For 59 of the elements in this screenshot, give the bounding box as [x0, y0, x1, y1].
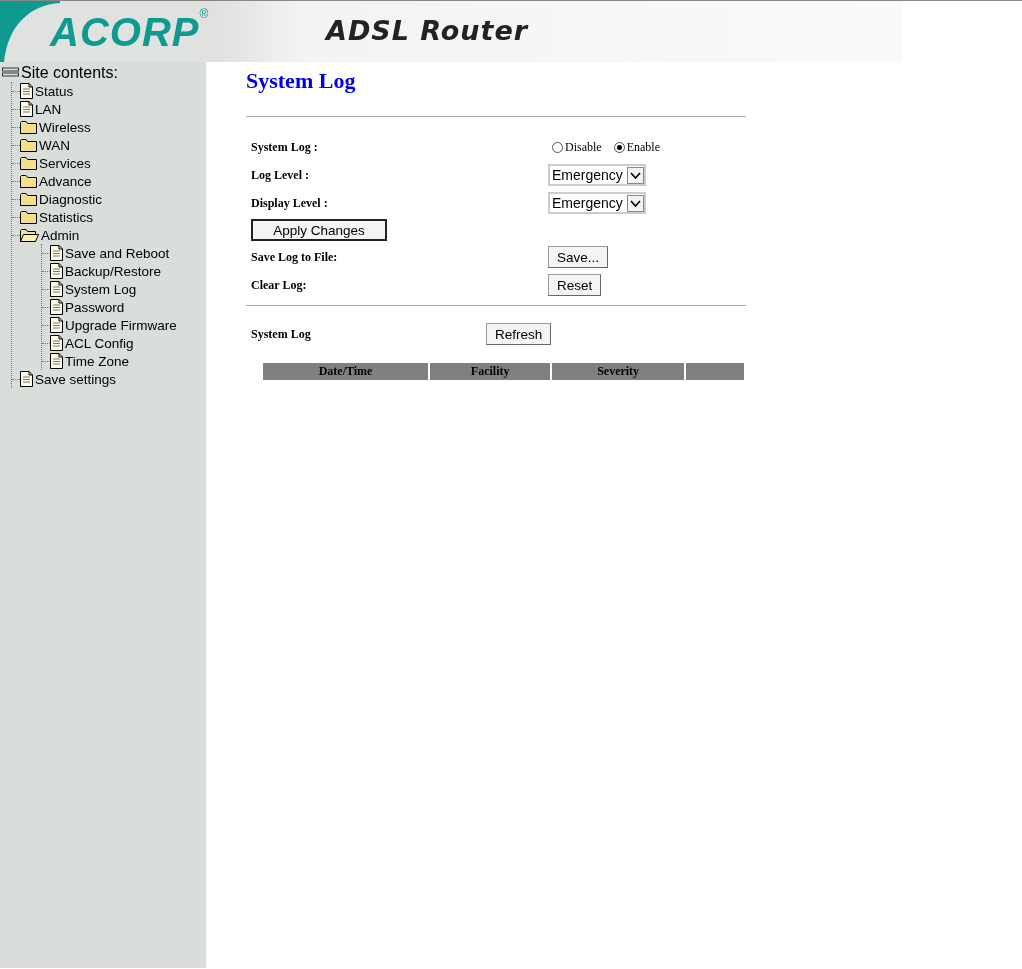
- level-dropdown[interactable]: Emergency: [548, 164, 646, 186]
- page-icon: [20, 83, 33, 99]
- tree-item[interactable]: WAN: [12, 136, 206, 154]
- field-label: Log Level :: [251, 166, 310, 184]
- tree-item[interactable]: Upgrade Firmware: [42, 316, 206, 334]
- banner-title: ADSL Router: [326, 15, 529, 46]
- tree-item[interactable]: Admin: [12, 226, 206, 244]
- tree-item[interactable]: Backup/Restore: [42, 262, 206, 280]
- reset-button[interactable]: Reset: [548, 274, 602, 296]
- level-dropdown[interactable]: Emergency: [548, 192, 646, 214]
- folder-icon: [20, 174, 37, 188]
- tree-item[interactable]: Statistics: [12, 208, 206, 226]
- caret-icon: [627, 166, 644, 184]
- page-icon: [20, 101, 33, 117]
- table-header-cell: Date/Time: [263, 363, 429, 380]
- field-label: Clear Log:: [251, 276, 308, 294]
- open-folder-icon: [20, 228, 39, 242]
- save-button[interactable]: Save...: [548, 246, 609, 268]
- section-label: System Log: [251, 325, 312, 343]
- folder-icon: [20, 192, 37, 206]
- sidebar-title: Site contents:: [21, 64, 118, 82]
- page-icon: [20, 371, 33, 387]
- folder-icon: [20, 138, 37, 152]
- tree-item[interactable]: Advance: [12, 172, 206, 190]
- tree-item[interactable]: Status: [12, 82, 206, 100]
- page-icon: [50, 299, 63, 315]
- folder-icon: [20, 210, 37, 224]
- radio-option[interactable]: Enable: [613, 139, 660, 155]
- page-icon: [50, 263, 63, 279]
- apply-button[interactable]: Apply Changes: [251, 219, 387, 241]
- table-header-cell: Severity: [552, 363, 685, 380]
- folder-icon: [20, 120, 37, 134]
- tree-item[interactable]: Wireless: [12, 118, 206, 136]
- page-icon: [50, 245, 63, 261]
- page-icon: [50, 335, 63, 351]
- page-icon: [50, 353, 63, 369]
- tree-item[interactable]: Services: [12, 154, 206, 172]
- field-label: Display Level :: [251, 194, 329, 212]
- tree-item[interactable]: ACL Config: [42, 334, 206, 352]
- tree-item[interactable]: Save and Reboot: [42, 244, 206, 262]
- logo: ACORP: [50, 10, 200, 56]
- tree-item[interactable]: Password: [42, 298, 206, 316]
- field-label: Save Log to File:: [251, 248, 339, 266]
- caret-icon: [627, 194, 644, 212]
- tree-item[interactable]: Diagnostic: [12, 190, 206, 208]
- registered-mark: ®: [199, 7, 209, 21]
- folder-icon: [20, 156, 37, 170]
- field-label: System Log :: [251, 138, 319, 156]
- refresh-button[interactable]: Refresh: [486, 323, 552, 345]
- page-icon: [50, 281, 63, 297]
- page-icon: [50, 317, 63, 333]
- page-title: System Log: [246, 68, 357, 94]
- tree-item[interactable]: Time Zone: [42, 352, 206, 370]
- table-header-cell: [686, 363, 744, 380]
- tree-item[interactable]: LAN: [12, 100, 206, 118]
- tree-item[interactable]: System Log: [42, 280, 206, 298]
- tree-item[interactable]: Save settings: [12, 370, 206, 388]
- table-header-cell: Facility: [430, 363, 551, 380]
- radio-option[interactable]: Disable: [552, 139, 602, 155]
